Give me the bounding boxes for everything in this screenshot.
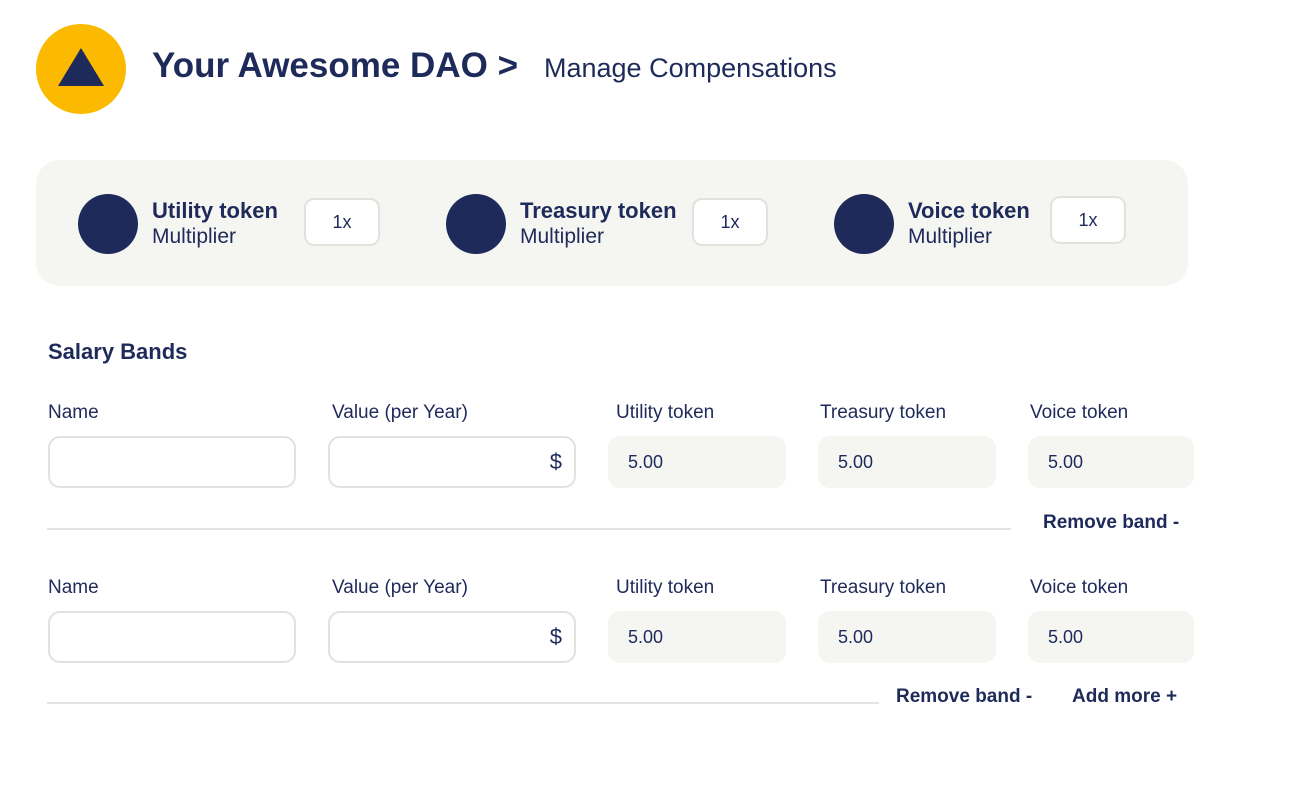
chevron-right-icon: > xyxy=(497,46,519,85)
treasury-token-label: Treasury token xyxy=(820,577,947,598)
dao-name: Your Awesome DAO xyxy=(152,46,488,85)
band-name-input[interactable] xyxy=(48,611,296,663)
dao-logo xyxy=(36,24,126,114)
dollar-icon: $ xyxy=(549,449,562,474)
name-label: Name xyxy=(48,402,99,423)
utility-multiplier-input[interactable]: 1x xyxy=(304,198,380,246)
voice-token-icon xyxy=(834,194,894,254)
band-divider xyxy=(47,702,879,704)
token-multiplier-panel: Utility token Multiplier 1x Treasury tok… xyxy=(36,160,1188,286)
voice-token-name: Voice token xyxy=(908,198,1030,223)
voice-token-field[interactable]: 5.00 xyxy=(1028,611,1194,663)
band-name-input[interactable] xyxy=(48,436,296,488)
treasury-token-icon xyxy=(446,194,506,254)
salary-bands-title: Salary Bands xyxy=(48,339,188,364)
utility-token-multiplier-label: Multiplier xyxy=(152,225,237,248)
dao-breadcrumb[interactable]: Your Awesome DAO > xyxy=(152,44,518,88)
utility-token-label: Utility token xyxy=(616,402,715,423)
band-value-input[interactable]: $ xyxy=(328,611,576,663)
value-label: Value (per Year) xyxy=(332,577,468,598)
remove-band-button[interactable]: Remove band - xyxy=(1043,511,1179,535)
treasury-token-field[interactable]: 5.00 xyxy=(818,436,996,488)
voice-token-label: Voice token xyxy=(1030,577,1129,598)
voice-token-field[interactable]: 5.00 xyxy=(1028,436,1194,488)
utility-token-name: Utility token xyxy=(152,198,278,223)
value-label: Value (per Year) xyxy=(332,402,468,423)
voice-multiplier-input[interactable]: 1x xyxy=(1050,196,1126,244)
treasury-token-field[interactable]: 5.00 xyxy=(818,611,996,663)
voice-token-label: Voice token xyxy=(1030,402,1129,423)
page-title: Manage Compensations xyxy=(544,53,837,83)
remove-band-button[interactable]: Remove band - xyxy=(896,685,1032,709)
triangle-icon xyxy=(58,48,104,86)
band-value-input[interactable]: $ xyxy=(328,436,576,488)
treasury-multiplier-input[interactable]: 1x xyxy=(692,198,768,246)
add-more-button[interactable]: Add more + xyxy=(1072,685,1177,709)
dollar-icon: $ xyxy=(549,624,562,649)
name-label: Name xyxy=(48,577,99,598)
utility-token-field[interactable]: 5.00 xyxy=(608,436,786,488)
band-divider xyxy=(47,528,1011,530)
voice-token-multiplier-label: Multiplier xyxy=(908,225,993,248)
utility-token-label: Utility token xyxy=(616,577,715,598)
utility-token-field[interactable]: 5.00 xyxy=(608,611,786,663)
utility-token-icon xyxy=(78,194,138,254)
treasury-token-label: Treasury token xyxy=(820,402,947,423)
treasury-token-multiplier-label: Multiplier xyxy=(520,225,605,248)
treasury-token-name: Treasury token xyxy=(520,198,677,223)
